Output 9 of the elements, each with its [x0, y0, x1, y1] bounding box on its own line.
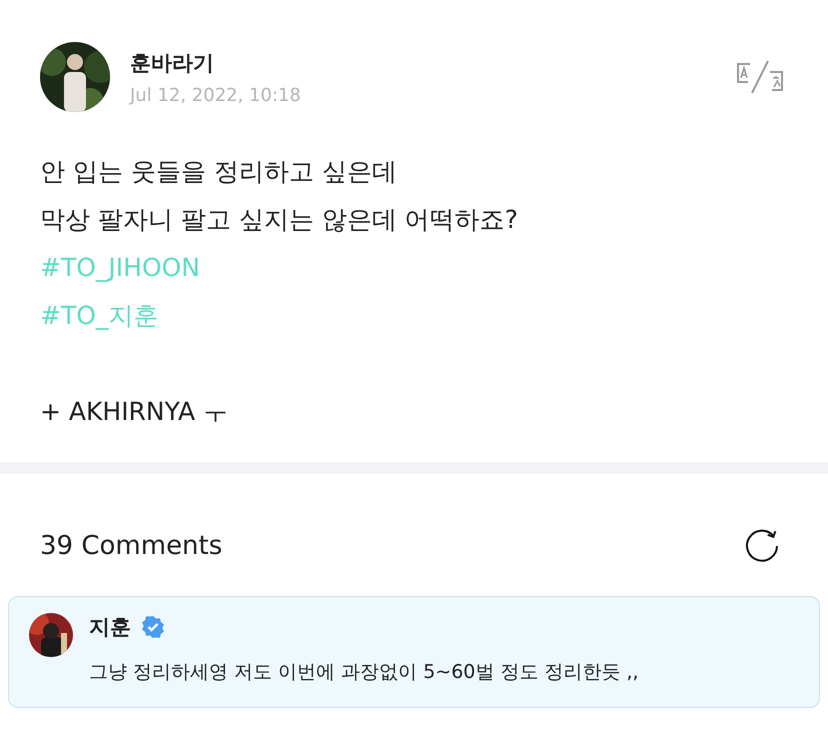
- post-text: 막상 팔자니 팔고 싶지는 않은데 어떡하죠?: [40, 204, 518, 236]
- post-date: Jul 12, 2022, 10:18: [130, 84, 302, 106]
- author-name[interactable]: 훈바라기: [130, 48, 716, 76]
- post-text: 안 입는 웃들을 정리하고 싶은데: [40, 156, 397, 188]
- translate-icon[interactable]: [736, 60, 784, 94]
- commenter-name[interactable]: 지훈: [89, 613, 131, 641]
- post-text: + AKHIRNYA ㅜ: [40, 396, 228, 428]
- comment-text: 그냥 정리하세영 저도 이번에 과장없이 5~60벌 정도 정리한듯 ,,: [89, 660, 639, 685]
- comments-count: 39 Comments: [40, 531, 222, 561]
